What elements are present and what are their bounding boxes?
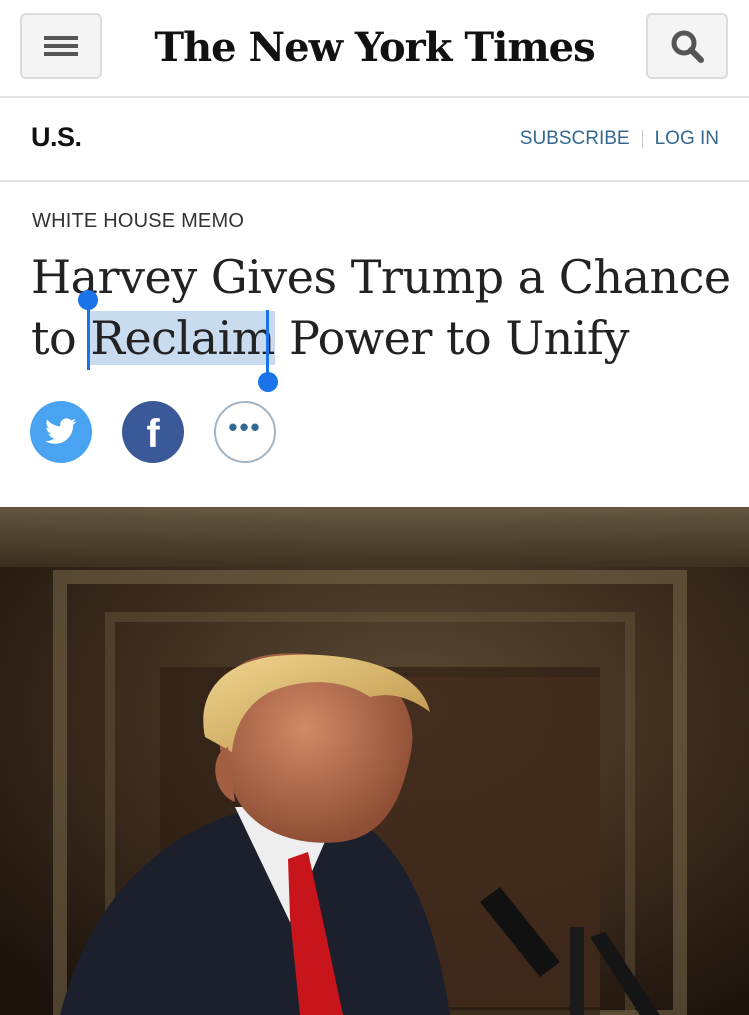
more-share-options-button[interactable]: •••	[214, 401, 276, 463]
selection-end-knob[interactable]	[258, 372, 278, 392]
nyt-logo[interactable]: The New York Times	[150, 14, 599, 80]
twitter-bird-icon	[45, 418, 77, 444]
selected-text[interactable]: Reclaim	[90, 311, 275, 365]
menu-button[interactable]	[20, 13, 102, 79]
headline-text-after: Power to Unify	[274, 311, 629, 365]
divider	[641, 130, 643, 148]
article-headline[interactable]: Harvey Gives Trump a Chance to Reclaim P…	[31, 247, 731, 369]
facebook-share-button[interactable]: f	[122, 401, 184, 463]
article-kicker[interactable]: WHITE HOUSE MEMO	[32, 210, 244, 233]
masthead: The New York Times	[0, 0, 749, 98]
section-name[interactable]: U.S.	[31, 122, 82, 153]
login-link[interactable]: LOG IN	[655, 128, 719, 150]
lead-photo-illustration	[0, 507, 749, 1015]
search-button[interactable]	[646, 13, 728, 79]
article-lead-photo[interactable]	[0, 507, 749, 1015]
search-icon	[671, 30, 704, 63]
hamburger-menu-icon	[44, 36, 78, 56]
facebook-icon: f	[146, 412, 160, 456]
subscribe-link[interactable]: SUBSCRIBE	[520, 128, 630, 150]
twitter-share-button[interactable]	[30, 401, 92, 463]
section-bar: U.S. SUBSCRIBE LOG IN	[0, 98, 749, 182]
more-dots-icon: •••	[228, 412, 262, 442]
account-links: SUBSCRIBE LOG IN	[520, 128, 719, 150]
